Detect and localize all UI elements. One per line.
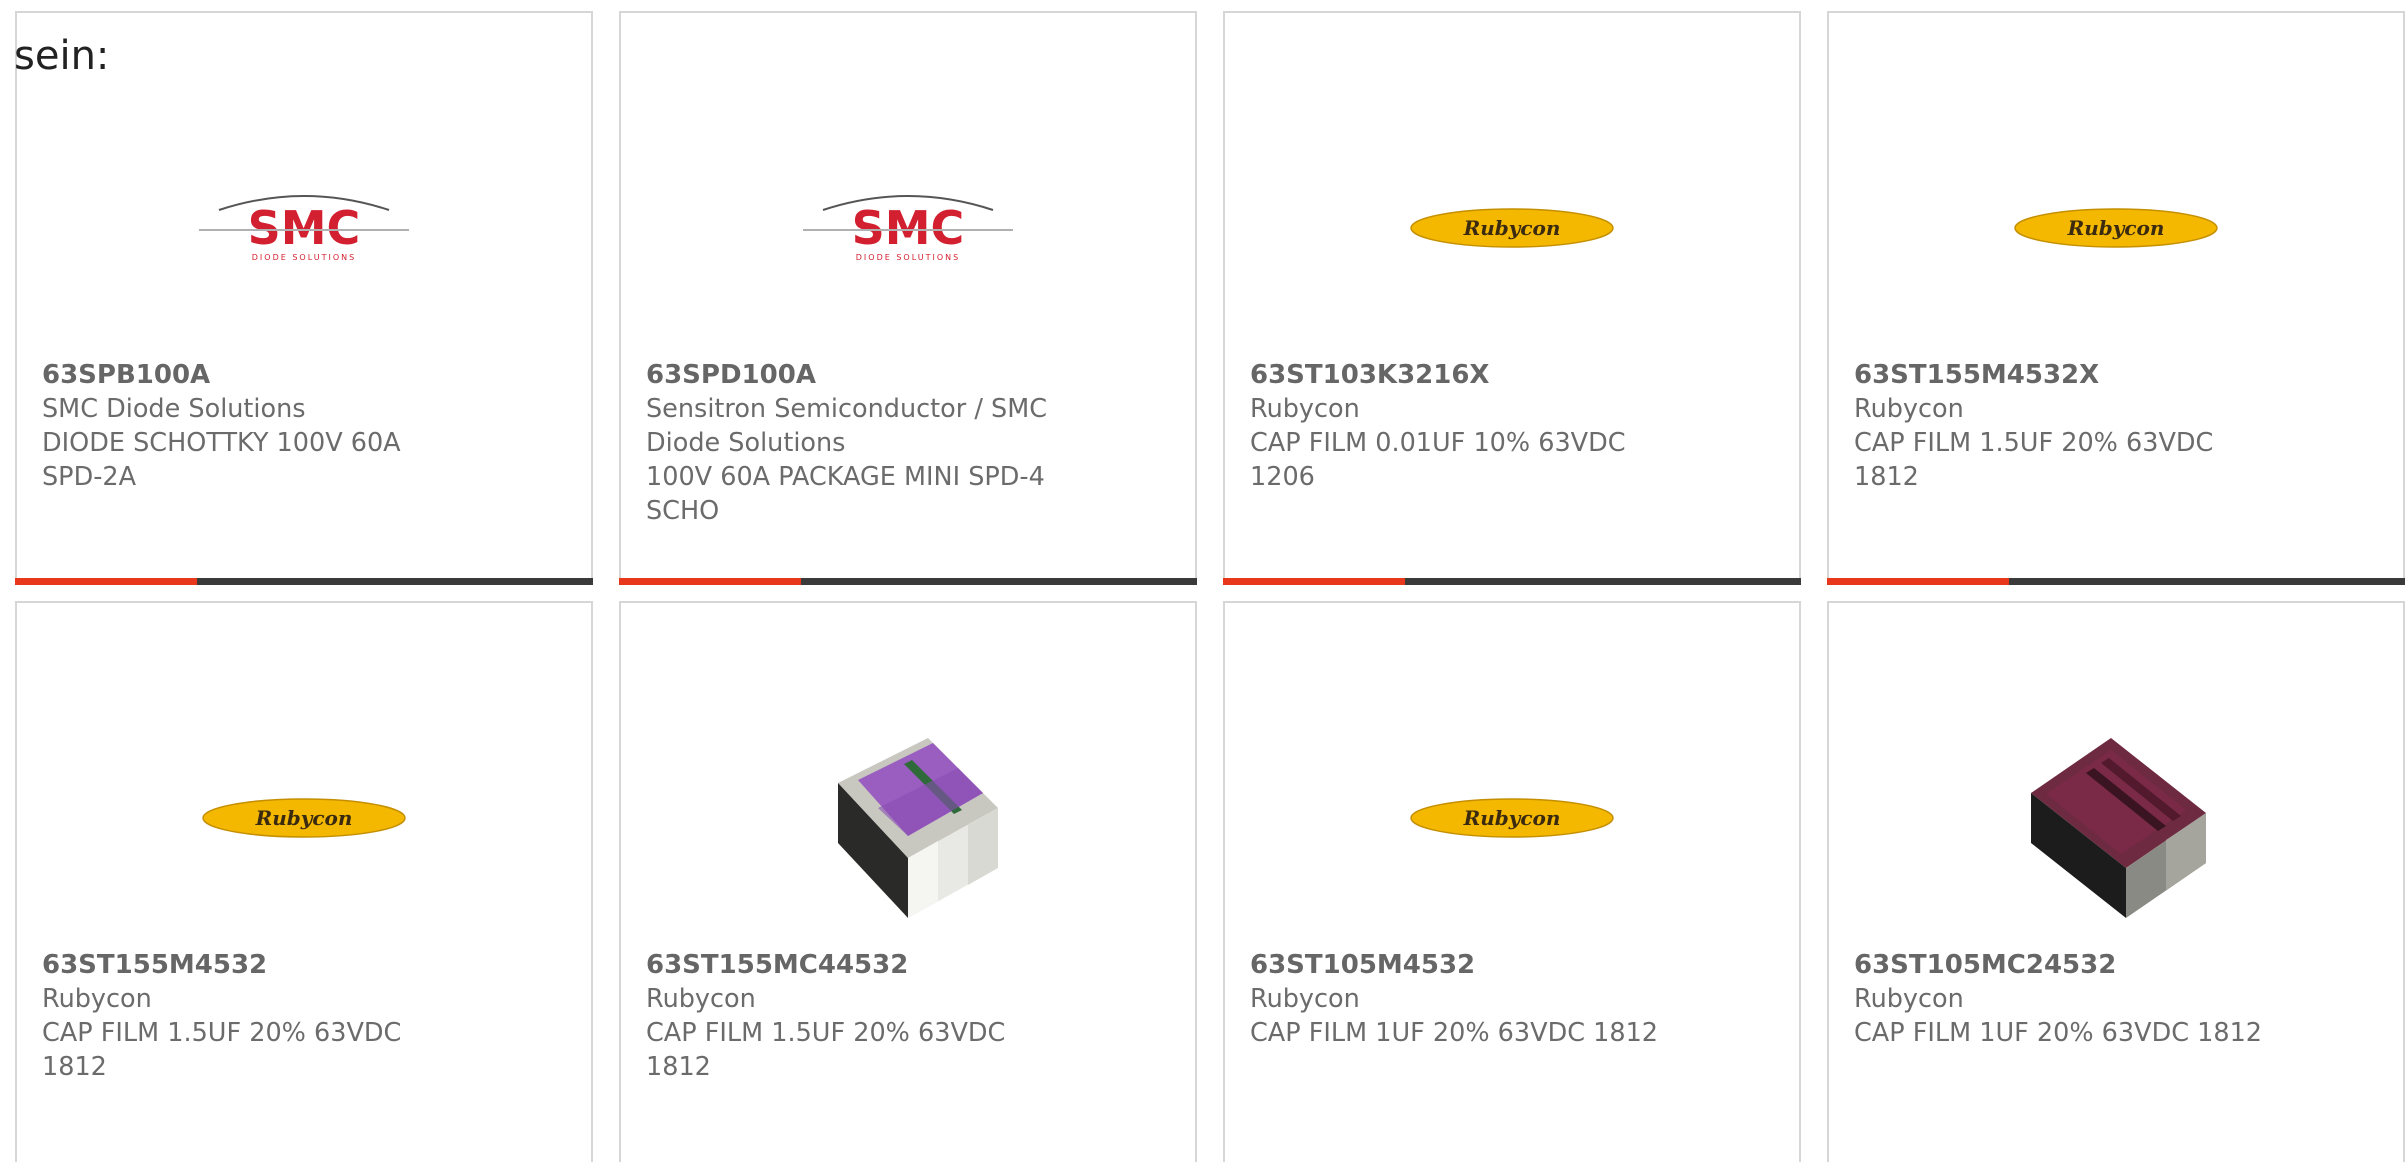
purple-chip-photo <box>838 738 998 918</box>
svg-text:SMC: SMC <box>852 201 965 255</box>
product-card[interactable]: SMC DIODE SOLUTIONS 63SPD100A Sensitron … <box>619 11 1197 585</box>
card-bottom-bar <box>619 578 1197 585</box>
product-card[interactable]: 63ST105MC24532 Rubycon CAP FILM 1UF 20% … <box>1827 601 2405 1162</box>
description: CAP FILM 1UF 20% 63VDC 1812 <box>1854 1018 2263 1048</box>
part-number[interactable]: 63SPB100A <box>42 358 462 392</box>
card-bottom-bar <box>15 578 593 585</box>
smc-diode-solutions-logo: SMC DIODE SOLUTIONS <box>803 195 1013 262</box>
magenta-chip-photo <box>2031 738 2206 918</box>
product-image[interactable]: Rubycon <box>1829 128 2403 328</box>
product-info: 63ST155MC44532 Rubycon CAP FILM 1.5UF 20… <box>646 948 1066 1084</box>
product-grid-page: sein: SMC DIODE SOLUTIONS 63SPB100A SMC … <box>0 0 2408 1162</box>
card-bottom-accent <box>15 578 197 585</box>
product-card[interactable]: SMC DIODE SOLUTIONS 63SPB100A SMC Diode … <box>15 11 593 585</box>
svg-text:Rubycon: Rubycon <box>1463 806 1561 830</box>
product-info: 63SPB100A SMC Diode Solutions DIODE SCHO… <box>42 358 462 494</box>
svg-text:Rubycon: Rubycon <box>255 806 353 830</box>
manufacturer: SMC Diode Solutions <box>42 394 306 424</box>
manufacturer: Rubycon <box>1250 984 1360 1014</box>
manufacturer: Rubycon <box>1250 394 1360 424</box>
product-image[interactable]: Rubycon <box>17 718 591 918</box>
svg-text:Rubycon: Rubycon <box>1463 216 1561 240</box>
description: 100V 60A PACKAGE MINI SPD-4 SCHO <box>646 462 1045 526</box>
rubycon-logo: Rubycon <box>2014 208 2218 248</box>
svg-text:DIODE SOLUTIONS: DIODE SOLUTIONS <box>252 253 356 262</box>
product-info: 63ST155M4532X Rubycon CAP FILM 1.5UF 20%… <box>1854 358 2274 494</box>
product-info: 63ST103K3216X Rubycon CAP FILM 0.01UF 10… <box>1250 358 1670 494</box>
manufacturer: Rubycon <box>646 984 756 1014</box>
product-image[interactable]: Rubycon <box>1225 718 1799 918</box>
part-number[interactable]: 63ST155M4532 <box>42 948 462 982</box>
product-info: 63SPD100A Sensitron Semiconductor / SMC … <box>646 358 1066 528</box>
manufacturer: Rubycon <box>1854 984 1964 1014</box>
product-card[interactable]: Rubycon 63ST155M4532X Rubycon CAP FILM 1… <box>1827 11 2405 585</box>
part-number[interactable]: 63SPD100A <box>646 358 1066 392</box>
svg-text:SMC: SMC <box>248 201 361 255</box>
rubycon-logo: Rubycon <box>1410 798 1614 838</box>
product-info: 63ST105MC24532 Rubycon CAP FILM 1UF 20% … <box>1854 948 2274 1050</box>
smc-diode-solutions-logo: SMC DIODE SOLUTIONS <box>199 195 409 262</box>
description: CAP FILM 1.5UF 20% 63VDC 1812 <box>1854 428 2214 492</box>
manufacturer: Rubycon <box>42 984 152 1014</box>
svg-text:DIODE SOLUTIONS: DIODE SOLUTIONS <box>856 253 960 262</box>
product-card[interactable]: Rubycon 63ST103K3216X Rubycon CAP FILM 0… <box>1223 11 1801 585</box>
card-bottom-accent <box>1223 578 1405 585</box>
product-image[interactable]: Rubycon <box>1225 128 1799 328</box>
part-number[interactable]: 63ST155M4532X <box>1854 358 2274 392</box>
description: DIODE SCHOTTKY 100V 60A SPD-2A <box>42 428 401 492</box>
part-number[interactable]: 63ST155MC44532 <box>646 948 1066 982</box>
product-card[interactable]: Rubycon 63ST105M4532 Rubycon CAP FILM 1U… <box>1223 601 1801 1162</box>
rubycon-logo: Rubycon <box>1410 208 1614 248</box>
description: CAP FILM 1UF 20% 63VDC 1812 <box>1250 1018 1659 1048</box>
product-info: 63ST155M4532 Rubycon CAP FILM 1.5UF 20% … <box>42 948 462 1084</box>
product-image[interactable]: SMC DIODE SOLUTIONS <box>17 128 591 328</box>
part-number[interactable]: 63ST103K3216X <box>1250 358 1670 392</box>
product-image[interactable] <box>1829 718 2403 918</box>
rubycon-logo: Rubycon <box>202 798 406 838</box>
card-bottom-bar <box>1827 578 2405 585</box>
product-image[interactable]: SMC DIODE SOLUTIONS <box>621 128 1195 328</box>
card-bottom-accent <box>619 578 801 585</box>
svg-text:Rubycon: Rubycon <box>2067 216 2165 240</box>
manufacturer: Sensitron Semiconductor / SMC Diode Solu… <box>646 394 1048 458</box>
product-card[interactable]: 63ST155MC44532 Rubycon CAP FILM 1.5UF 20… <box>619 601 1197 1162</box>
part-number[interactable]: 63ST105M4532 <box>1250 948 1670 982</box>
card-bottom-accent <box>1827 578 2009 585</box>
card-bottom-bar <box>1223 578 1801 585</box>
product-info: 63ST105M4532 Rubycon CAP FILM 1UF 20% 63… <box>1250 948 1670 1050</box>
product-card[interactable]: Rubycon 63ST155M4532 Rubycon CAP FILM 1.… <box>15 601 593 1162</box>
intro-text: sein: <box>14 33 110 79</box>
description: CAP FILM 1.5UF 20% 63VDC 1812 <box>646 1018 1006 1082</box>
product-image[interactable] <box>621 718 1195 918</box>
description: CAP FILM 1.5UF 20% 63VDC 1812 <box>42 1018 402 1082</box>
part-number[interactable]: 63ST105MC24532 <box>1854 948 2274 982</box>
manufacturer: Rubycon <box>1854 394 1964 424</box>
description: CAP FILM 0.01UF 10% 63VDC 1206 <box>1250 428 1626 492</box>
